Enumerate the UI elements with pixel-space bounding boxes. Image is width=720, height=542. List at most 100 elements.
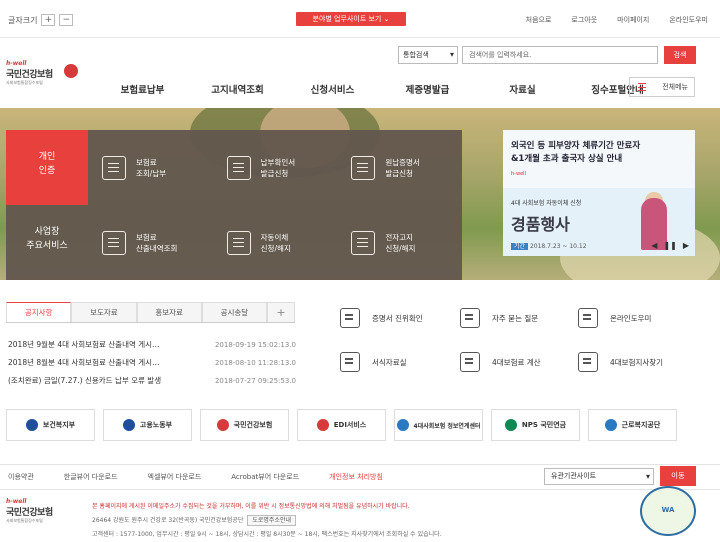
notice-list: 2018년 9월분 4대 사회보험료 산출내역 게시… 2018-09-19 15…: [8, 336, 296, 390]
banner-line: &1개월 초과 출국자 상실 안내: [511, 154, 623, 164]
quick-withholding-cert[interactable]: 원납증명서 발급신청: [337, 130, 462, 205]
partner-label: EDI서비스: [333, 421, 367, 429]
quick-item-label: 발급신청: [385, 168, 413, 178]
font-increase-button[interactable]: +: [41, 14, 56, 26]
quick-premium-lookup[interactable]: 보험료 조회/납부: [88, 130, 213, 205]
list-item[interactable]: (조치완료) 금일(7.27.) 신용카드 납부 오류 발생 2018-07-27…: [8, 372, 296, 390]
notice-title[interactable]: 2018년 8월분 4대 사회보험료 산출내역 게시…: [8, 354, 160, 372]
search-button[interactable]: 검색: [664, 46, 696, 64]
all-menu-label: 전체메뉴: [662, 83, 688, 91]
nav-item-notice-history[interactable]: 고지내역조회: [190, 82, 285, 96]
certificate-check-icon: [340, 308, 360, 328]
quick-e-notice[interactable]: 전자고지 신청/해지: [337, 205, 462, 280]
partner-label: 국민건강보험: [233, 421, 273, 429]
partner-label: 4대사회보험 정보연계센터: [413, 422, 481, 430]
quick-item-label: 신청/해지: [260, 243, 291, 253]
partner-edi[interactable]: EDI서비스: [297, 409, 386, 441]
service-premium-calc[interactable]: 4대보험료 계산: [460, 350, 578, 374]
tab-notices[interactable]: 공지사항: [6, 302, 72, 322]
nav-item-certificates[interactable]: 제증명발급: [380, 82, 475, 96]
partner-logo-icon: [604, 419, 617, 431]
hamburger-icon: [638, 83, 646, 91]
partner-comwel[interactable]: 근로복지공단: [588, 409, 677, 441]
nav-item-payment[interactable]: 보험료납부: [95, 82, 190, 96]
partner-label: 고용노동부: [139, 421, 173, 429]
quick-auto-transfer[interactable]: 자동이체 신청/해지: [213, 205, 338, 280]
quick-payment-confirmation[interactable]: 납부확인서 발급신청: [213, 130, 338, 205]
search-input[interactable]: 검색어를 입력하세요.: [462, 46, 658, 64]
road-address-button[interactable]: 도로명주소안내: [247, 515, 296, 526]
logo-name: 국민건강보험: [6, 508, 53, 518]
list-item[interactable]: 2018년 9월분 4대 사회보험료 산출내역 게시… 2018-09-19 15…: [8, 336, 296, 354]
category-personal-auth[interactable]: 개인 인증: [6, 130, 88, 205]
excel-viewer-link[interactable]: 엑셀뷰어 다운로드: [148, 472, 202, 482]
quick-premium-calculation[interactable]: 보험료 산출내역조회: [88, 205, 213, 280]
notice-title[interactable]: 2018년 9월분 4대 사회보험료 산출내역 게시…: [8, 336, 160, 354]
main-navigation: 보험료납부 고지내역조회 신청서비스 제증명발급 자료실 징수포털안내: [95, 82, 665, 96]
partner-mohw[interactable]: 보건복지부: [6, 409, 95, 441]
category-business-services[interactable]: 사업장 주요서비스: [6, 205, 88, 280]
partner-moel[interactable]: 고용노동부: [103, 409, 192, 441]
logo-tag: h-well: [6, 498, 27, 505]
logo-heart-icon: [64, 64, 78, 78]
more-button[interactable]: +: [267, 302, 295, 322]
tab-promo[interactable]: 홍보자료: [136, 302, 202, 322]
font-decrease-button[interactable]: −: [59, 14, 74, 26]
quick-item-label: 전자고지: [385, 232, 413, 242]
service-online-help[interactable]: 온라인도우미: [578, 306, 678, 330]
quick-item-label: 산출내역조회: [136, 243, 178, 253]
service-label: 4대보험지사찾기: [610, 357, 664, 367]
notice-tabs: 공지사항 보도자료 홍보자료 공시송달 +: [6, 302, 295, 323]
banner-auto-transfer-event[interactable]: 4대 사회보험 자동이체 신청 경품행사 기간 2018.7.23 ~ 10.1…: [503, 188, 695, 256]
font-size-label: 글자크기: [8, 15, 38, 25]
tab-public-notice[interactable]: 공시송달: [201, 302, 267, 322]
prev-icon[interactable]: ◀: [651, 241, 657, 250]
logout-link[interactable]: 로그아웃: [571, 15, 597, 25]
service-forms[interactable]: 서식자료실: [340, 350, 460, 374]
utility-bar: 글자크기 + − 분야별 업무사이트 보기 ⌄ 처음으로 로그아웃 마이페이지 …: [0, 0, 720, 38]
top-links: 처음으로 로그아웃 마이페이지 온라인도우미: [526, 15, 708, 25]
nav-item-application[interactable]: 신청서비스: [285, 82, 380, 96]
promo-banner[interactable]: 외국인 등 피부양자 체류기간 만료자 &1개월 초과 출국자 상실 안내 h-…: [503, 130, 695, 256]
partner-nhis[interactable]: 국민건강보험: [200, 409, 289, 441]
search-scope-select[interactable]: 통합검색: [398, 46, 458, 64]
service-branch-finder[interactable]: 4대보험지사찾기: [578, 350, 678, 374]
search-bar: 통합검색 검색어를 입력하세요. 검색: [398, 46, 696, 64]
quick-item-label: 보험료: [136, 157, 157, 167]
home-link[interactable]: 처음으로: [526, 15, 552, 25]
all-menu-button[interactable]: 전체메뉴: [629, 77, 695, 97]
period-text: 2018.7.23 ~ 10.12: [529, 243, 587, 250]
hwp-viewer-link[interactable]: 한글뷰어 다운로드: [64, 472, 118, 482]
next-icon[interactable]: ▶: [683, 241, 689, 250]
email-warning: 본 홈페이지에 게시된 이메일주소가 수집되는 것을 거부하며, 이를 위반 시…: [92, 503, 410, 510]
terms-link[interactable]: 이용약관: [8, 472, 34, 482]
pause-icon[interactable]: ❚❚: [663, 241, 676, 250]
site-logo[interactable]: h-well 국민건강보험 사회보험통합징수포털: [6, 60, 78, 90]
footer-logo: h-well 국민건강보험 사회보험통합징수포털: [6, 498, 76, 528]
notice-title[interactable]: (조치완료) 금일(7.27.) 신용카드 납부 오류 발생: [8, 372, 161, 390]
service-label: 서식자료실: [372, 357, 407, 367]
banner-foreigner-notice[interactable]: 외국인 등 피부양자 체류기간 만료자 &1개월 초과 출국자 상실 안내 h-…: [503, 130, 695, 188]
quick-item-label: 신청/해지: [385, 243, 416, 253]
service-cert-verify[interactable]: 증명서 진위확인: [340, 306, 460, 330]
nav-item-resources[interactable]: 자료실: [475, 82, 570, 96]
service-label: 증명서 진위확인: [372, 313, 423, 323]
partner-4insure[interactable]: 4대사회보험 정보연계센터: [394, 409, 483, 441]
partner-nps[interactable]: NPS 국민연금: [491, 409, 580, 441]
go-button[interactable]: 이동: [660, 466, 696, 486]
list-item[interactable]: 2018년 8월분 4대 사회보험료 산출내역 게시… 2018-08-10 11…: [8, 354, 296, 372]
mypage-link[interactable]: 마이페이지: [617, 15, 649, 25]
banner-controls: ◀ ❚❚ ▶: [651, 241, 689, 250]
partner-logo-icon: [122, 419, 135, 431]
quick-item-label: 납부확인서: [260, 157, 296, 167]
service-faq[interactable]: 자주 묻는 질문: [460, 306, 578, 330]
tab-press[interactable]: 보도자료: [71, 302, 137, 322]
font-size-control: 글자크기 + −: [8, 14, 74, 26]
faq-icon: [460, 308, 480, 328]
privacy-policy-link[interactable]: 개인정보 처리방침: [329, 472, 383, 482]
business-sites-button[interactable]: 분야별 업무사이트 보기 ⌄: [296, 12, 406, 26]
acrobat-viewer-link[interactable]: Acrobat뷰어 다운로드: [231, 472, 299, 482]
online-help-link[interactable]: 온라인도우미: [669, 15, 708, 25]
related-sites-select[interactable]: 유관기관사이트: [544, 468, 654, 485]
business-sites-label: 분야별 업무사이트 보기: [312, 15, 382, 23]
